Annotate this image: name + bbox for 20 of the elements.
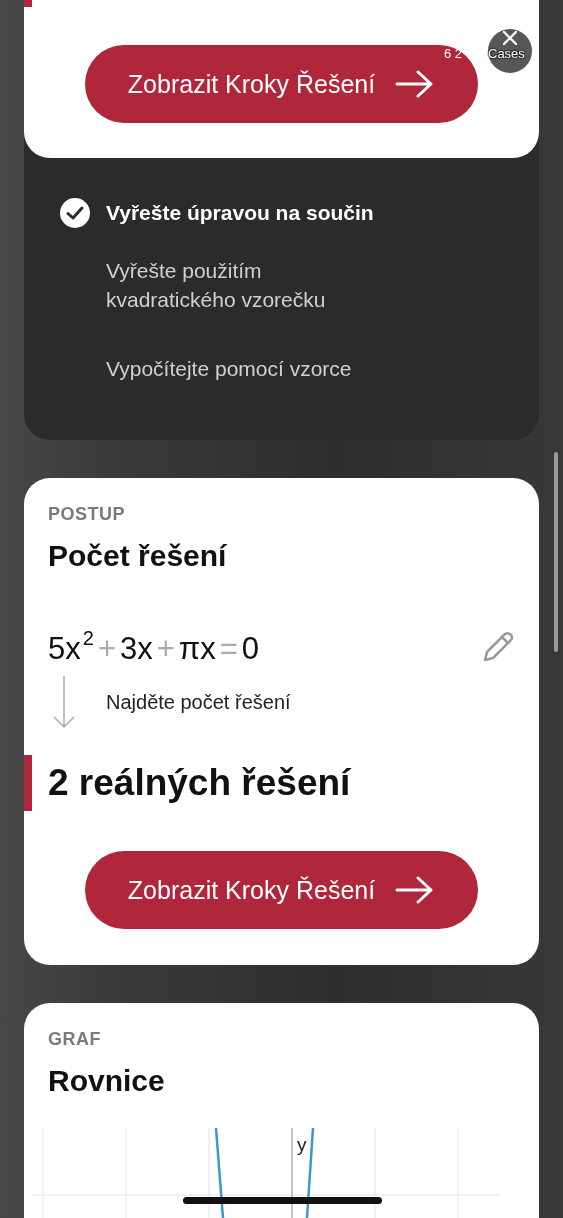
scrollbar[interactable]: [554, 452, 558, 652]
section-label: GRAF: [48, 1029, 102, 1050]
axis-label: y: [297, 1134, 307, 1156]
section-label: POSTUP: [48, 504, 126, 525]
accent-bar: [24, 755, 32, 811]
card-title: Rovnice: [48, 1064, 166, 1098]
method-option[interactable]: Vyřešte použitím kvadratického vzorečku: [60, 256, 390, 314]
show-steps-button[interactable]: Zobrazit Kroky Řešení: [85, 851, 478, 929]
step-text: Najděte počet řešení: [106, 690, 291, 714]
equation: 5x$^{2}$+3x+πx=0: [48, 627, 260, 667]
overlay-label: Cases: [488, 46, 525, 61]
accent-bar: [24, 0, 32, 7]
result-text: 2 reálných řešení: [48, 761, 353, 805]
close-icon: [503, 31, 517, 45]
method-option[interactable]: Vyřešte úpravou na součin: [60, 198, 390, 228]
pencil-icon[interactable]: [481, 630, 515, 664]
card-title: Počet řešení: [48, 539, 228, 573]
arrow-down-icon: [52, 675, 76, 729]
method-option[interactable]: Vypočítejte pomocí vzorce: [60, 354, 390, 384]
check-icon: [60, 198, 90, 228]
